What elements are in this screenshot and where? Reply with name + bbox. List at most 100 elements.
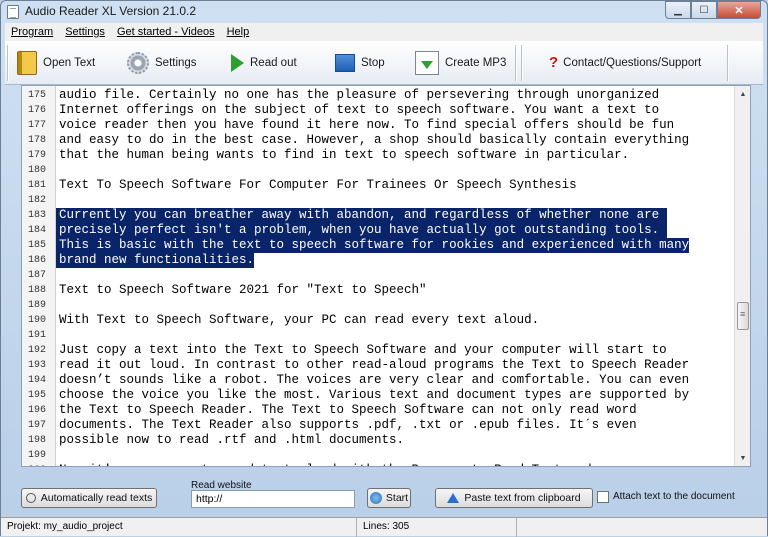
line-number: 178 [28, 135, 47, 146]
vertical-scrollbar[interactable]: ▲ ▼ [734, 86, 750, 466]
question-icon: ? [549, 54, 559, 71]
line-number: 175 [28, 90, 47, 101]
editor-line: 200Now it's very easy to read text aloud… [22, 463, 734, 466]
editor-line: 194 doesn’t sounds like a robot. The voic… [22, 373, 734, 388]
start-button[interactable]: Start [367, 488, 411, 508]
line-text: Internet offerings on the subject of tex… [59, 103, 660, 117]
line-number: 194 [28, 375, 47, 386]
maximize-button[interactable]: ☐ [691, 1, 717, 19]
menu-help[interactable]: Help [221, 26, 256, 38]
settings-button[interactable]: Settings [121, 45, 225, 81]
app-window: Audio Reader XL Version 21.0.2 ▁ ☐ ✕ Pro… [0, 0, 768, 537]
menu-settings[interactable]: Settings [59, 26, 111, 38]
text-editor[interactable]: 175 audio file. Certainly no one has the … [21, 85, 751, 467]
line-number: 184 [28, 225, 47, 236]
line-text: Now it's very easy to read text aloud wi… [56, 463, 592, 466]
scroll-down-button[interactable]: ▼ [735, 450, 750, 466]
line-text: read it out loud. In contrast to other r… [59, 358, 690, 372]
auto-read-button[interactable]: Automatically read texts [21, 488, 157, 508]
attach-text-label: Attach text to the document [613, 491, 735, 502]
line-text [56, 193, 59, 208]
editor-lines: 175 audio file. Certainly no one has the … [22, 88, 734, 466]
stop-icon [335, 53, 355, 72]
globe-icon [369, 492, 382, 504]
line-number: 182 [28, 195, 47, 206]
line-count-status: Lines: 305 [357, 517, 517, 537]
toolbar-separator [515, 44, 517, 81]
editor-line: 176 Internet offerings on the subject of … [22, 103, 734, 118]
line-text: documents. The Text Reader also supports… [59, 418, 637, 432]
selected-line-text: Currently you can breather away with aba… [56, 208, 667, 223]
editor-line: 183 Currently you can breather away with … [22, 208, 734, 223]
create-mp3-button[interactable]: Create MP3 [409, 45, 513, 81]
editor-line: 177 voice reader then you have found it h… [22, 118, 734, 133]
bottom-panel: Automatically read texts Read website St… [5, 469, 763, 515]
editor-line: 187 [22, 268, 734, 283]
editor-line: 184 precisely perfect isn't a problem, wh… [22, 223, 734, 238]
editor-line: 180 [22, 163, 734, 178]
line-text: voice reader then you have found it here… [59, 118, 675, 132]
stop-button[interactable]: Stop [329, 45, 409, 81]
website-url-input[interactable] [191, 490, 355, 508]
attach-text-checkbox[interactable] [597, 491, 609, 503]
line-number: 185 [28, 240, 47, 251]
read-out-button[interactable]: Read out [225, 45, 329, 81]
editor-line: 188 Text to Speech Software 2021 for "Tex… [22, 283, 734, 298]
paste-label: Paste text from clipboard [464, 492, 581, 504]
line-number: 181 [28, 180, 47, 191]
toolbar-separator [727, 44, 729, 81]
editor-line: 197 documents. The Text Reader also suppo… [22, 418, 734, 433]
line-number: 197 [28, 420, 47, 431]
editor-line: 195 choose the voice you like the most. V… [22, 388, 734, 403]
scrollbar-thumb[interactable] [737, 302, 749, 330]
open-text-button[interactable]: Open Text [11, 45, 121, 81]
menu-program[interactable]: Program [5, 26, 59, 38]
status-bar: Projekt: my_audio_project Lines: 305 [1, 517, 767, 537]
editor-line: 189 [22, 298, 734, 313]
line-number: 191 [28, 330, 47, 341]
line-number: 196 [28, 405, 47, 416]
speaker-icon [25, 493, 36, 503]
menu-bar: Program Settings Get started - Videos He… [5, 23, 763, 41]
start-label: Start [385, 492, 409, 504]
editor-line: 191 [22, 328, 734, 343]
gear-icon [127, 51, 149, 74]
line-text: that the human being wants to find in te… [59, 148, 630, 162]
line-number: 195 [28, 390, 47, 401]
scroll-up-button[interactable]: ▲ [735, 86, 750, 102]
line-text: and easy to do in the best case. However… [59, 133, 690, 147]
line-number: 193 [28, 360, 47, 371]
editor-line: 193 read it out loud. In contrast to othe… [22, 358, 734, 373]
editor-line: 178 and easy to do in the best case. Howe… [22, 133, 734, 148]
minimize-icon: ▁ [674, 4, 682, 16]
window-controls: ▁ ☐ ✕ [665, 1, 761, 19]
editor-line: 179 that the human being wants to find in… [22, 148, 734, 163]
open-text-label: Open Text [43, 56, 96, 69]
auto-read-label: Automatically read texts [40, 492, 153, 504]
chevron-up-icon: ▲ [739, 90, 747, 98]
line-number: 180 [28, 165, 47, 176]
paste-clipboard-button[interactable]: Paste text from clipboard [435, 488, 593, 508]
editor-line: 175 audio file. Certainly no one has the … [22, 88, 734, 103]
line-number: 176 [28, 105, 47, 116]
minimize-button[interactable]: ▁ [665, 1, 691, 19]
contact-support-button[interactable]: ? Contact/Questions/Support [525, 45, 725, 81]
line-number: 187 [28, 270, 47, 281]
menu-get-started-videos[interactable]: Get started - Videos [111, 26, 221, 38]
create-mp3-label: Create MP3 [445, 56, 507, 69]
line-text: Just copy a text into the Text to Speech… [59, 343, 667, 357]
editor-line: 181 Text To Speech Software For Computer … [22, 178, 734, 193]
chevron-down-icon: ▼ [739, 454, 747, 462]
play-icon [231, 53, 244, 72]
project-status: Projekt: my_audio_project [1, 517, 357, 537]
line-number: 200 [22, 463, 56, 466]
close-icon: ✕ [734, 4, 744, 17]
editor-line: 199 [22, 448, 734, 463]
line-number: 192 [28, 345, 47, 356]
line-text [56, 268, 59, 283]
line-number: 190 [28, 315, 47, 326]
stop-label: Stop [361, 56, 385, 69]
close-button[interactable]: ✕ [717, 1, 761, 19]
selected-line-text: brand new functionalities. [56, 253, 255, 268]
line-text: choose the voice you like the most. Vari… [59, 388, 690, 402]
